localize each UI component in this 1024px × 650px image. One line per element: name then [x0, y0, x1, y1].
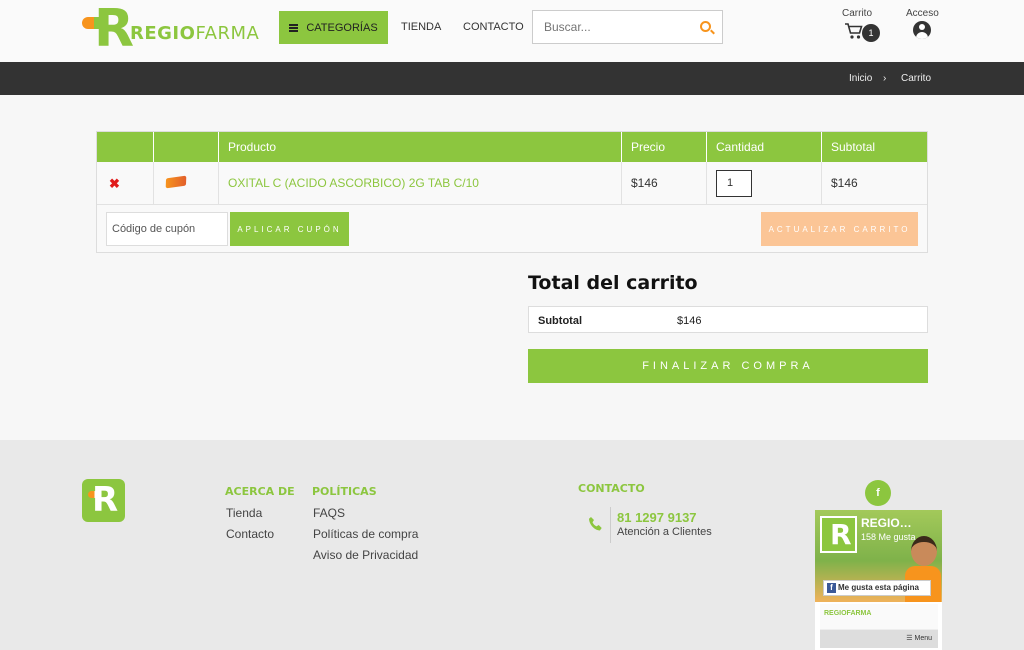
product-thumb-cell	[154, 162, 219, 205]
breadcrumb-current: Carrito	[901, 73, 932, 84]
product-link[interactable]: OXITAL C (ACIDO ASCORBICO) 2G TAB C/10	[228, 176, 479, 190]
checkout-button[interactable]: FINALIZAR COMPRA	[528, 349, 928, 383]
col-price-header: Precio	[622, 132, 707, 162]
footer-policies-heading: POLÍTICAS	[312, 485, 377, 498]
col-product-header: Producto	[219, 132, 622, 162]
cart-totals-title: Total del carrito	[528, 272, 698, 294]
search-input[interactable]	[533, 11, 683, 43]
footer-phone-sub: Atención a Clientes	[617, 526, 712, 538]
table-row: ✖	[97, 162, 154, 205]
categories-button[interactable]: CATEGORÍAS	[279, 11, 388, 44]
update-cart-button[interactable]: ACTUALIZAR CARRITO	[761, 212, 918, 246]
product-name-cell: OXITAL C (ACIDO ASCORBICO) 2G TAB C/10	[219, 162, 622, 205]
col-quantity-header: Cantidad	[707, 132, 822, 162]
menu-icon	[289, 23, 299, 32]
col-thumb-header	[154, 132, 219, 162]
logo-text: REGIOFARMA	[130, 22, 260, 44]
footer-link-faqs[interactable]: FAQS	[313, 506, 345, 520]
cart-link[interactable]: Carrito 1	[840, 6, 880, 46]
quantity-input[interactable]: 1	[716, 170, 752, 197]
footer-link-purchase-policies[interactable]: Políticas de compra	[313, 527, 418, 541]
totals-subtotal-row: Subtotal $146	[528, 306, 928, 333]
col-remove-header	[97, 132, 154, 162]
nav-tienda[interactable]: TIENDA	[401, 21, 441, 33]
search-box	[532, 10, 723, 44]
footer-phone[interactable]: 81 1297 9137	[617, 510, 697, 525]
site-footer: R ACERCA DE Tienda Contacto POLÍTICAS FA…	[0, 440, 1024, 650]
col-subtotal-header: Subtotal	[822, 132, 927, 162]
product-thumbnail[interactable]	[165, 175, 187, 189]
breadcrumb-separator: ›	[883, 73, 887, 84]
facebook-icon[interactable]: f	[865, 480, 891, 506]
quantity-cell: 1	[707, 162, 822, 205]
cart-label: Carrito	[842, 8, 873, 19]
cart-count-badge: 1	[862, 24, 880, 42]
search-icon[interactable]	[700, 21, 711, 32]
facebook-preview-header: REGIOFARMA	[820, 604, 938, 630]
nav-contacto[interactable]: CONTACTO	[463, 21, 524, 33]
account-label[interactable]: Acceso	[906, 8, 939, 19]
footer-link-tienda[interactable]: Tienda	[226, 506, 262, 520]
cart-table: Producto Precio Cantidad Subtotal ✖ OXIT…	[96, 131, 928, 253]
apply-coupon-button[interactable]: APLICAR CUPÓN	[230, 212, 349, 246]
contact-divider	[610, 507, 611, 543]
categories-label: CATEGORÍAS	[306, 21, 378, 34]
breadcrumb-home[interactable]: Inicio	[849, 73, 872, 84]
footer-link-privacy[interactable]: Aviso de Privacidad	[313, 548, 418, 562]
cart-icon	[845, 23, 863, 39]
totals-subtotal-label: Subtotal	[538, 315, 582, 327]
site-header: R REGIOFARMA CATEGORÍAS TIENDA CONTACTO …	[0, 0, 1024, 62]
logo-mark: R	[82, 3, 134, 55]
remove-item-icon[interactable]: ✖	[109, 176, 120, 191]
footer-logo[interactable]: R	[82, 479, 125, 522]
totals-subtotal-value: $146	[677, 315, 702, 327]
product-price: $146	[622, 162, 707, 205]
facebook-preview-logo: REGIOFARMA	[824, 610, 872, 617]
breadcrumb: Inicio › Carrito	[0, 62, 1024, 95]
facebook-page-name[interactable]: REGIO…	[861, 516, 912, 530]
facebook-likes-count: 158 Me gusta	[861, 532, 916, 542]
facebook-page-avatar: R	[820, 516, 857, 553]
phone-icon	[589, 517, 602, 531]
facebook-page-widget[interactable]: R REGIO… 158 Me gusta Me gusta esta pági…	[815, 510, 942, 650]
coupon-input[interactable]: Código de cupón	[106, 212, 228, 246]
footer-link-contacto[interactable]: Contacto	[226, 527, 274, 541]
site-logo[interactable]: R REGIOFARMA	[82, 3, 260, 55]
footer-about-heading: ACERCA DE	[225, 485, 295, 498]
product-subtotal: $146	[822, 162, 927, 205]
facebook-like-button[interactable]: Me gusta esta página	[823, 580, 931, 596]
user-icon[interactable]	[913, 21, 931, 39]
facebook-preview-menu: ☰ Menu	[820, 630, 938, 648]
footer-contact-heading: CONTACTO	[578, 482, 645, 495]
